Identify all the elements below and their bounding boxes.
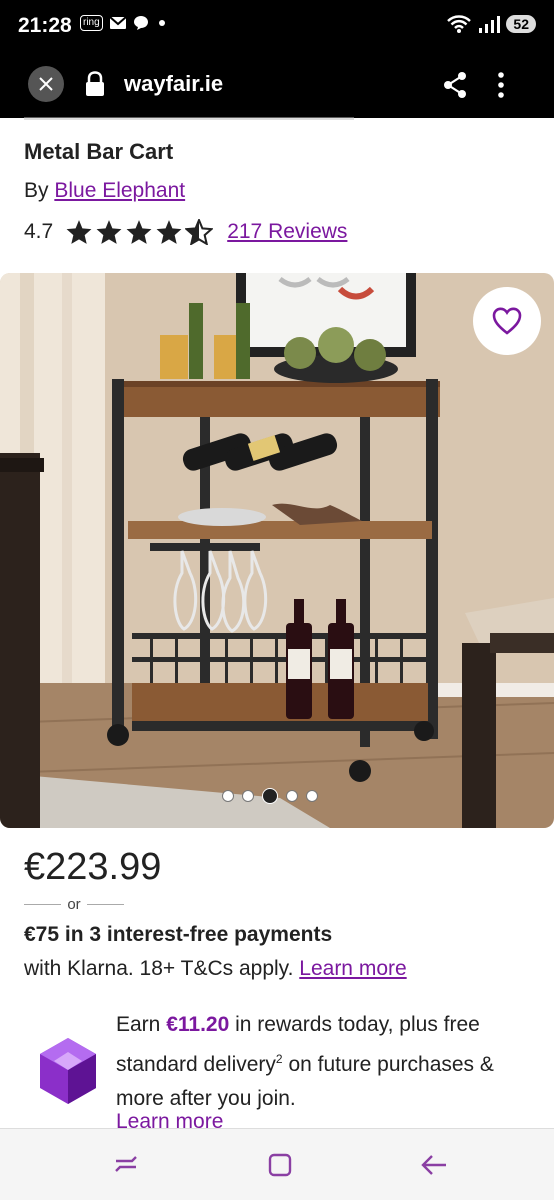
divider-line [86, 903, 124, 905]
url-text[interactable]: wayfair.ie [124, 71, 223, 97]
installment-text: €75 in 3 interest-free payments [24, 923, 333, 946]
klarna-text: with Klarna. 18+ T&Cs apply. [24, 957, 300, 980]
page-dot[interactable] [242, 790, 254, 802]
heart-icon [492, 307, 522, 335]
more-vertical-icon[interactable] [496, 71, 506, 99]
favorite-button[interactable] [473, 287, 541, 355]
home-icon[interactable] [266, 1151, 294, 1179]
gem-icon [40, 1038, 96, 1104]
signal-icon [479, 16, 501, 33]
recents-icon[interactable] [112, 1151, 140, 1179]
star-icon [66, 220, 92, 244]
more-notifications-dot [158, 20, 165, 26]
system-nav-bar [0, 1128, 554, 1200]
star-icon [126, 220, 152, 244]
ring-icon: ring [80, 15, 103, 31]
or-divider: or [24, 894, 124, 914]
lock-icon[interactable] [84, 71, 106, 97]
star-icon [156, 220, 182, 244]
star-icon [96, 220, 122, 244]
rewards-text: Earn €11.20 in rewards today, plus free … [116, 1008, 536, 1116]
rewards-amount: €11.20 [166, 1013, 230, 1036]
or-text: or [67, 895, 81, 913]
star-rating [65, 219, 214, 245]
close-tab-button[interactable] [28, 66, 64, 102]
page-dot[interactable] [306, 790, 318, 802]
rating-value: 4.7 [24, 220, 54, 243]
chat-icon [133, 16, 148, 30]
share-icon[interactable] [442, 71, 468, 99]
battery-indicator: 52 [506, 15, 536, 33]
rewards-earn: Earn [116, 1013, 167, 1036]
product-image[interactable] [0, 273, 554, 828]
wifi-icon [447, 15, 472, 33]
system-icons: 52 [446, 14, 536, 34]
page-dot[interactable] [286, 790, 298, 802]
price: €223.99 [24, 846, 162, 888]
status-time: 21:28 [18, 14, 72, 37]
brand-line: By Blue Elephant [24, 179, 185, 203]
klarna-line: with Klarna. 18+ T&Cs apply. Learn more [24, 957, 407, 981]
notification-icons: ring [80, 15, 165, 31]
brand-link[interactable]: Blue Elephant [54, 179, 185, 202]
divider-line [24, 903, 62, 905]
page-dot[interactable] [222, 790, 234, 802]
breadcrumb-partial [24, 112, 354, 122]
page-dot-active[interactable] [262, 788, 278, 804]
star-half-icon [185, 219, 214, 245]
rewards-learn-more-link[interactable]: Learn more [116, 1110, 223, 1130]
rewards-footnote: 2 [275, 1052, 283, 1066]
product-title: Metal Bar Cart [24, 139, 174, 164]
reviews-link[interactable]: 217 Reviews [227, 220, 347, 244]
bar-cart-photo [0, 273, 554, 828]
by-prefix: By [24, 179, 55, 202]
back-icon[interactable] [420, 1151, 448, 1179]
status-bar: 21:28 ring 52 [0, 0, 554, 52]
mail-icon [109, 16, 127, 29]
image-pagination [222, 788, 318, 804]
close-icon [39, 77, 53, 91]
klarna-learn-more-link[interactable]: Learn more [299, 957, 406, 980]
browser-toolbar: wayfair.ie [0, 52, 554, 118]
rating-row: 4.7 217 Reviews [24, 219, 347, 245]
